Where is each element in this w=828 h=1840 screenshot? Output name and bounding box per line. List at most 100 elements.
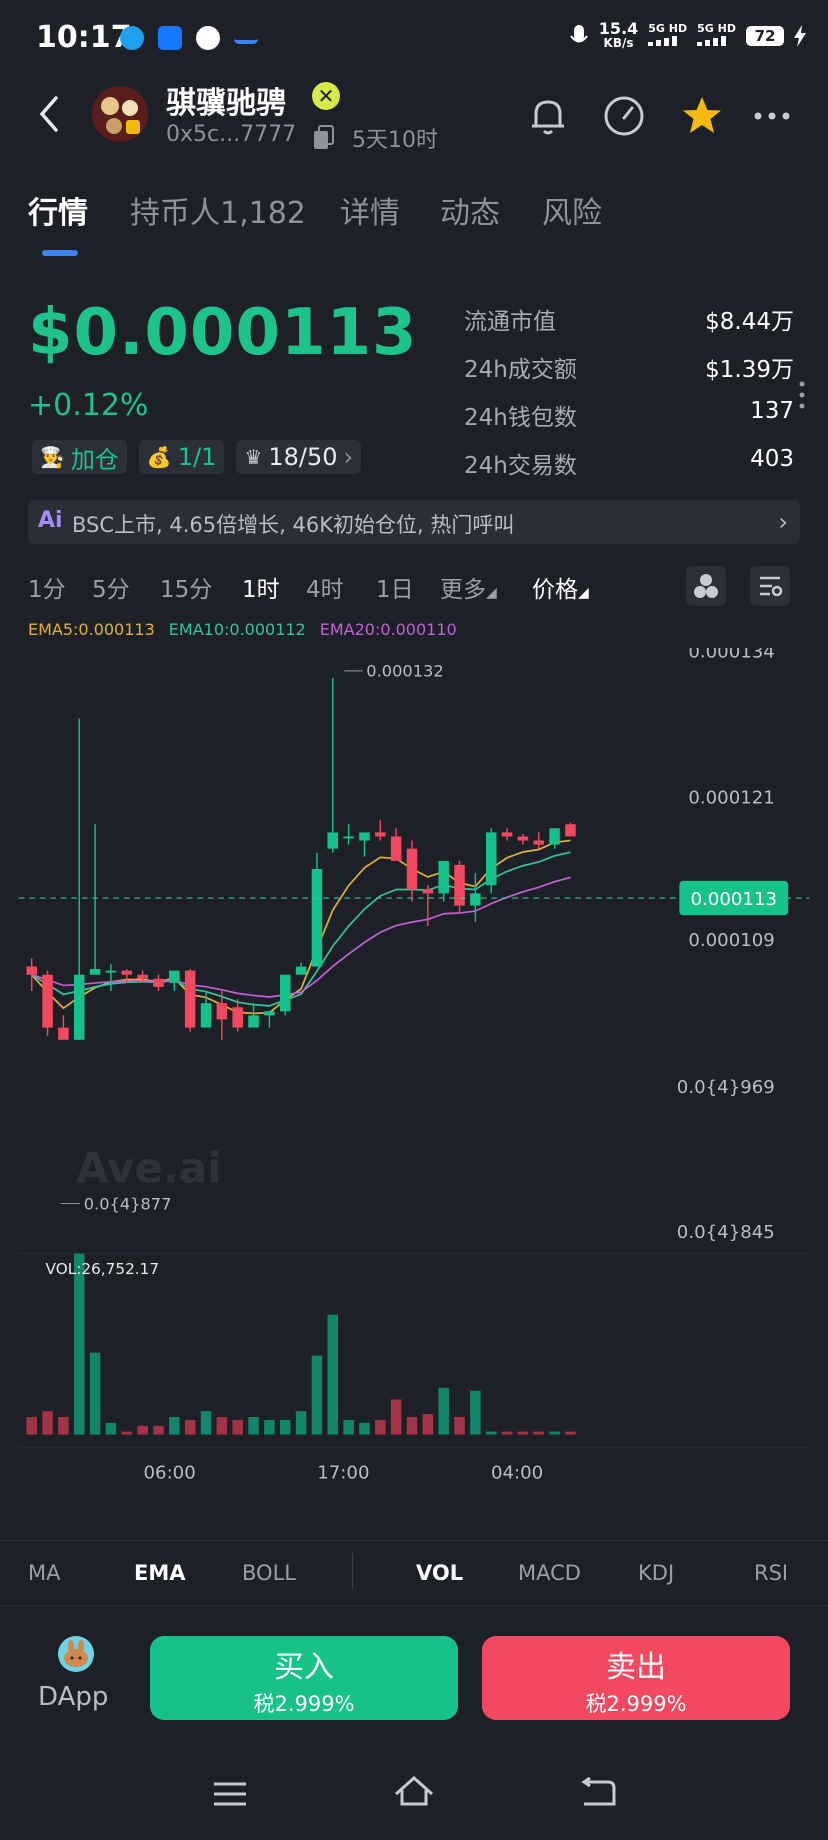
candle-body <box>295 966 307 975</box>
indicator-ma[interactable]: MA <box>28 1561 60 1585</box>
triangle-icon: ◢ <box>578 585 589 601</box>
tab-activity[interactable]: 动态 <box>440 188 500 232</box>
indicator-boll[interactable]: BOLL <box>242 1561 296 1585</box>
buy-tax: 税2.999% <box>253 1692 355 1716</box>
battery-icon: 72 <box>746 26 784 46</box>
tab-market[interactable]: 行情 <box>28 188 88 232</box>
indicator-vol[interactable]: VOL <box>416 1561 463 1585</box>
x-axis: 06:00 17:00 04:00 <box>144 1462 544 1483</box>
volume-bar <box>343 1419 354 1435</box>
volume-bar <box>438 1387 449 1435</box>
candle-body <box>137 974 148 979</box>
volume-bar <box>42 1411 53 1435</box>
interval-5m[interactable]: 5分 <box>92 570 130 604</box>
crown-icon: ♛ <box>244 445 263 469</box>
star-icon[interactable] <box>678 92 726 140</box>
candle-body <box>169 970 180 983</box>
y-axis-label: 0.000134 <box>688 648 774 663</box>
candle-body <box>248 1015 259 1028</box>
volume-bar <box>454 1416 465 1435</box>
volume-bar <box>73 1253 85 1435</box>
volume-bars <box>26 1253 576 1435</box>
volume-bar <box>216 1416 228 1435</box>
ai-tag: Ai <box>38 508 63 533</box>
y-axis-label: 0.000109 <box>688 930 774 951</box>
ai-summary-banner[interactable]: Ai BSC上市, 4.65倍增长, 46K初始仓位, 热门呼叫 › <box>28 500 800 544</box>
tab-risk[interactable]: 风险 <box>542 188 602 232</box>
add-position-label: 加仓 <box>70 445 119 474</box>
chart-watermark: Ave.ai <box>76 1144 222 1193</box>
current-price-tag-text: 0.000113 <box>691 889 777 910</box>
indicator-kdj[interactable]: KDJ <box>638 1561 674 1585</box>
candle-body <box>42 974 53 1028</box>
interval-more[interactable]: 更多◢ <box>440 570 497 604</box>
more-icon[interactable] <box>748 92 796 140</box>
candle-body <box>153 978 164 987</box>
speedometer-icon[interactable] <box>600 92 648 140</box>
wechat-icon <box>196 26 220 50</box>
candle-body <box>422 889 434 894</box>
sell-tax: 税2.999% <box>585 1692 687 1716</box>
tab-details[interactable]: 详情 <box>340 188 400 232</box>
trade-action-bar: DApp 买入 税2.999% 卖出 税2.999% <box>0 1608 828 1728</box>
sell-button[interactable]: 卖出 税2.999% <box>482 1636 790 1720</box>
price-chart[interactable]: Ave.ai 0.000134 0.000121 0.000109 0.0{4}969… <box>0 648 828 1488</box>
status-app-icons <box>120 26 258 50</box>
drawing-tool-icon[interactable] <box>686 566 726 606</box>
volume-bar <box>200 1411 212 1435</box>
volume-bar <box>390 1399 402 1435</box>
stat-value: 403 <box>750 446 794 472</box>
candle-body <box>565 824 576 837</box>
candle-body <box>327 832 339 849</box>
interval-1d[interactable]: 1日 <box>376 570 414 604</box>
price-change: +0.12% <box>28 388 149 423</box>
candle-body <box>406 848 418 890</box>
interval-1h[interactable]: 1时 <box>242 570 280 604</box>
ema5-label: EMA5:0.000113 <box>28 620 155 639</box>
indicator-rsi[interactable]: RSI <box>754 1561 788 1585</box>
mic-icon <box>569 25 588 43</box>
volume-bar <box>565 1431 576 1435</box>
interval-15m[interactable]: 15分 <box>160 570 212 604</box>
ratio-chip[interactable]: 💰 1/1 <box>138 440 225 474</box>
back-arrow-icon[interactable] <box>32 92 68 136</box>
buy-button[interactable]: 买入 税2.999% <box>150 1636 458 1720</box>
y-axis: 0.000134 0.000121 0.000109 0.0{4}969 0.0{4}8… <box>677 648 775 1243</box>
app-icon <box>234 26 258 44</box>
token-address[interactable]: 0x5c...7777 <box>166 122 296 147</box>
main-tabs: 行情 持币人1,182 详情 动态 风险 <box>0 188 828 258</box>
indicator-macd[interactable]: MACD <box>518 1561 581 1585</box>
indicator-ema[interactable]: EMA <box>134 1561 186 1585</box>
copy-icon[interactable] <box>312 125 336 151</box>
qq-icon <box>120 26 144 50</box>
pancakeswap-icon[interactable] <box>58 1636 94 1672</box>
candle-body <box>26 966 37 975</box>
interval-4h[interactable]: 4时 <box>306 570 344 604</box>
vertical-more-icon[interactable] <box>798 380 806 410</box>
signal-icon <box>648 36 678 46</box>
menu-icon[interactable] <box>210 1774 250 1814</box>
bell-icon[interactable] <box>524 92 572 140</box>
candle-body <box>533 840 545 845</box>
stat-label: 流通市值 <box>464 309 556 335</box>
token-avatar <box>92 86 148 142</box>
dapp-label[interactable]: DApp <box>38 1682 108 1712</box>
interval-1m[interactable]: 1分 <box>28 570 66 604</box>
volume-bar <box>89 1352 101 1435</box>
current-price: $0.000113 <box>28 296 418 370</box>
add-position-chip[interactable]: 👨‍🍳 加仓 <box>32 440 127 474</box>
chart-settings-icon[interactable] <box>750 566 790 606</box>
price-mode-select[interactable]: 价格◢ <box>532 570 589 604</box>
ema-legend: EMA5:0.000113 EMA10:0.000112 EMA20:0.000… <box>28 620 457 639</box>
candle-body <box>454 864 465 906</box>
status-time: 10:17 <box>36 20 132 55</box>
volume-label: VOL:26,752.17 <box>46 1260 160 1278</box>
rank-value: 18/50 <box>268 443 338 471</box>
rank-chip[interactable]: ♛ 18/50 › <box>236 440 362 474</box>
volume-bar <box>264 1419 275 1435</box>
tab-holders[interactable]: 持币人1,182 <box>130 188 306 232</box>
home-icon[interactable] <box>392 1772 436 1814</box>
volume-bar <box>470 1390 481 1435</box>
volume-bar <box>295 1411 307 1435</box>
back-icon[interactable] <box>578 1774 618 1814</box>
